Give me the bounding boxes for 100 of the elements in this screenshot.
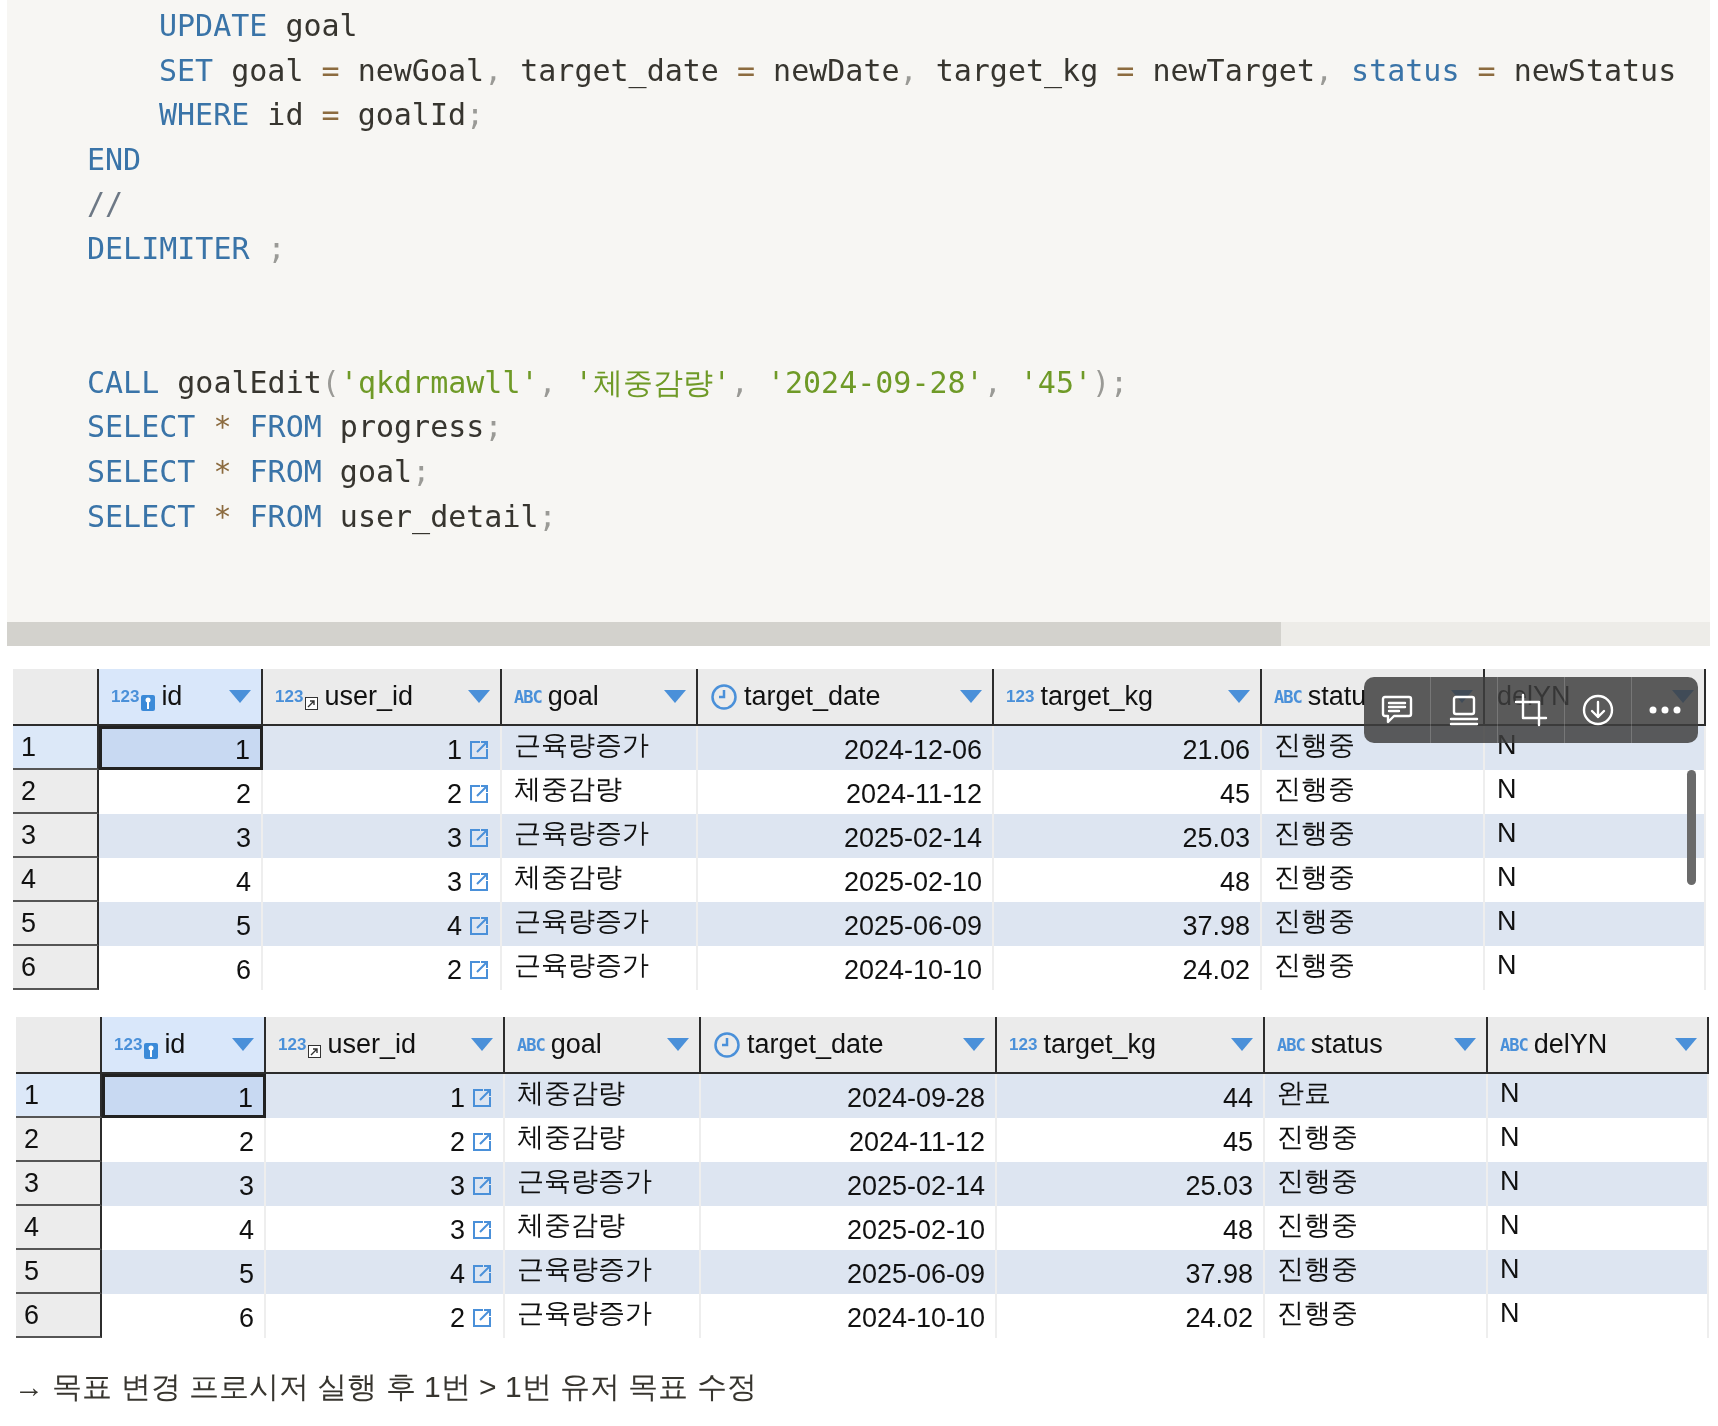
scrollbar[interactable] xyxy=(1687,770,1696,885)
row-number[interactable]: 5 xyxy=(16,1250,102,1294)
cell-value: N xyxy=(1500,1297,1520,1329)
code-line: UPDATE goal xyxy=(159,8,358,43)
row-number[interactable]: 1 xyxy=(13,726,99,770)
cell-value: N xyxy=(1500,1209,1520,1241)
cell-value: 2025-06-09 xyxy=(843,910,982,942)
cell-value: 2024-12-06 xyxy=(843,734,982,766)
cell-value: 근육량증가 xyxy=(514,817,649,850)
external-link-icon[interactable] xyxy=(468,739,490,761)
cell-value: 2 xyxy=(235,778,251,810)
cell-value: 2025-02-10 xyxy=(843,866,982,898)
external-link-icon[interactable] xyxy=(471,1263,493,1285)
cell-value: 진행중 xyxy=(1277,1165,1358,1198)
column-header[interactable]: ABC status xyxy=(1265,1017,1488,1074)
external-link-icon[interactable] xyxy=(468,871,490,893)
cell-value: 44 xyxy=(1222,1082,1253,1114)
type-icon: 123 xyxy=(278,1034,307,1055)
link-key-icon xyxy=(305,697,319,710)
cell-value: 완료 xyxy=(1277,1077,1331,1110)
column-header[interactable]: target_date xyxy=(701,1017,997,1074)
type-icon: ABC xyxy=(517,1034,545,1055)
column-header[interactable]: ABC goal xyxy=(505,1017,701,1074)
cell-value: N xyxy=(1500,1253,1520,1285)
external-link-icon[interactable] xyxy=(471,1087,493,1109)
cell-value: 25.03 xyxy=(1185,1170,1253,1202)
cell-value: 진행중 xyxy=(1274,729,1355,762)
column-header[interactable]: 123 target_kg xyxy=(994,669,1262,726)
cell-value: 근육량증가 xyxy=(517,1253,652,1286)
horizontal-scrollbar[interactable] xyxy=(7,622,1710,646)
cell-value: 진행중 xyxy=(1274,905,1355,938)
external-link-icon[interactable] xyxy=(471,1307,493,1329)
cell-value: N xyxy=(1497,949,1517,981)
row-number[interactable]: 2 xyxy=(13,770,99,814)
row-number[interactable]: 1 xyxy=(16,1074,102,1118)
external-link-icon[interactable] xyxy=(468,959,490,981)
cell-value: 24.02 xyxy=(1182,954,1250,986)
cell-value: 3 xyxy=(449,1170,465,1202)
cell-value: 2025-02-14 xyxy=(846,1170,985,1202)
type-icon: 123 xyxy=(275,686,304,707)
cell-value: 진행중 xyxy=(1277,1297,1358,1330)
cell-value: 21.06 xyxy=(1182,734,1250,766)
cell-value: 체중감량 xyxy=(517,1077,625,1110)
cell-value: 4 xyxy=(238,1214,254,1246)
cell-value: 4 xyxy=(235,866,251,898)
cell-value: 2025-02-14 xyxy=(843,822,982,854)
external-link-icon[interactable] xyxy=(471,1131,493,1153)
row-number[interactable]: 3 xyxy=(13,814,99,858)
type-icon: ABC xyxy=(1500,1034,1528,1055)
column-header[interactable]: ABC delYN xyxy=(1488,1017,1709,1074)
cell-value: N xyxy=(1500,1165,1520,1197)
cell-value: 3 xyxy=(235,822,251,854)
code-line: SET goal = newGoal, target_date = newDate, target_kg = newTarget, status = newStatus xyxy=(159,52,1677,88)
row-number[interactable]: 4 xyxy=(16,1206,102,1250)
cell-value: 1 xyxy=(237,1082,253,1114)
cell-value: 25.03 xyxy=(1182,822,1250,854)
row-number[interactable]: 5 xyxy=(13,902,99,946)
cell-value: N xyxy=(1497,817,1517,849)
row-number[interactable]: 6 xyxy=(13,946,99,990)
cell-value: N xyxy=(1497,905,1517,937)
row-number[interactable]: 6 xyxy=(16,1294,102,1338)
cell-value: 1 xyxy=(234,734,250,766)
column-header[interactable]: 123 target_kg xyxy=(997,1017,1265,1074)
code-line: DELIMITER ; xyxy=(87,230,286,266)
cell-value: 2024-09-28 xyxy=(846,1082,985,1114)
cell-value: 45 xyxy=(1219,778,1250,810)
external-link-icon[interactable] xyxy=(468,827,490,849)
cell-value: 진행중 xyxy=(1277,1121,1358,1154)
external-link-icon[interactable] xyxy=(471,1219,493,1241)
cell-value: 3 xyxy=(449,1214,465,1246)
cell-value: N xyxy=(1497,861,1517,893)
row-number[interactable]: 4 xyxy=(13,858,99,902)
row-number[interactable]: 3 xyxy=(16,1162,102,1206)
clock-icon xyxy=(713,1030,741,1059)
cell-value: 체중감량 xyxy=(517,1121,625,1154)
cell-value: 2 xyxy=(449,1126,465,1158)
caption-text: → 목표 변경 프로시저 실행 후 1번 > 1번 유저 목표 수정 xyxy=(14,1369,758,1405)
download-icon xyxy=(1581,693,1615,727)
code-line: // xyxy=(87,186,124,222)
column-header[interactable]: 123 user_id xyxy=(263,669,502,726)
cell-value: 3 xyxy=(238,1170,254,1202)
cell-value: 근육량증가 xyxy=(517,1297,652,1330)
column-header[interactable]: 123 user_id xyxy=(266,1017,505,1074)
code-line: WHERE id = goalId; xyxy=(159,97,485,133)
column-header[interactable]: target_date xyxy=(698,669,994,726)
external-link-icon[interactable] xyxy=(471,1175,493,1197)
caption-icon xyxy=(1448,694,1480,726)
column-header[interactable]: 123 id xyxy=(99,669,263,726)
external-link-icon[interactable] xyxy=(468,915,490,937)
external-link-icon[interactable] xyxy=(468,783,490,805)
cell-value: 5 xyxy=(238,1258,254,1290)
cell-value: 2 xyxy=(446,954,462,986)
cell-value: 2 xyxy=(238,1126,254,1158)
row-number[interactable]: 2 xyxy=(16,1118,102,1162)
cell-value: 37.98 xyxy=(1182,910,1250,942)
column-header[interactable]: ABC goal xyxy=(502,669,698,726)
cell-value: 체중감량 xyxy=(514,773,622,806)
column-header[interactable]: 123 id xyxy=(102,1017,266,1074)
type-icon: 123 xyxy=(114,1034,143,1055)
cell-value: 2025-02-10 xyxy=(846,1214,985,1246)
